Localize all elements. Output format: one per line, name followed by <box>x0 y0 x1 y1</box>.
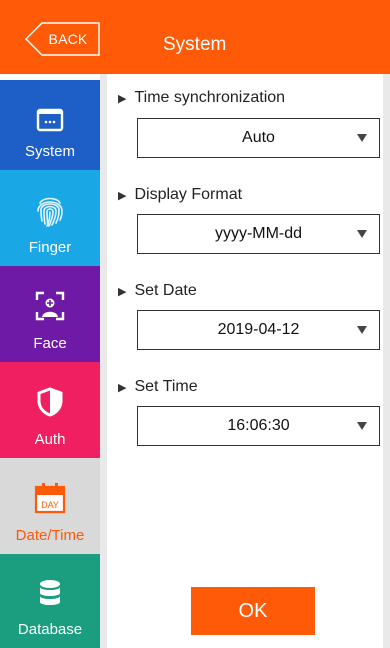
calendar-day-icon: DAY <box>34 480 66 516</box>
dropdown-caret-icon <box>357 230 367 238</box>
calendar-badge-text: DAY <box>41 500 59 510</box>
sidebar-item-label: System <box>24 143 75 160</box>
shield-icon <box>34 384 66 420</box>
sidebar-item-datetime[interactable]: DAY Date/Time <box>0 458 100 554</box>
window-icon <box>34 102 66 138</box>
time-sync-label: ▶ Time synchronization <box>118 89 285 107</box>
display-format-label-text: Display Format <box>134 186 243 203</box>
content-panel-inner <box>107 74 383 648</box>
set-date-value: 2019-04-12 <box>217 321 300 338</box>
header-bar: BACK System <box>0 0 390 74</box>
sidebar-item-label: Finger <box>28 239 72 256</box>
time-sync-label-text: Time synchronization <box>134 89 286 106</box>
sidebar-item-auth[interactable]: Auth <box>0 362 100 458</box>
sidebar-top-gap <box>0 74 100 80</box>
dropdown-caret-icon <box>357 326 367 334</box>
sidebar-item-label: Auth <box>34 431 66 448</box>
sidebar-item-label: Face <box>33 335 67 352</box>
back-button[interactable]: BACK <box>25 22 100 56</box>
sidebar-item-face[interactable]: Face <box>0 266 100 362</box>
time-sync-value: Auto <box>242 129 275 146</box>
set-time-select[interactable]: 16:06:30 <box>137 406 380 446</box>
sidebar: System Finger Face Auth DAY Date/Time Da… <box>0 74 100 648</box>
sidebar-item-database[interactable]: Database <box>0 554 100 648</box>
set-time-label: ▶ Set Time <box>118 378 198 396</box>
set-time-label-text: Set Time <box>134 378 198 395</box>
dropdown-caret-icon <box>357 134 367 142</box>
set-time-value: 16:06:30 <box>227 417 290 434</box>
back-button-label: BACK <box>48 31 88 47</box>
display-format-value: yyyy-MM-dd <box>214 225 303 242</box>
triangle-bullet-icon: ▶ <box>118 189 127 202</box>
sidebar-item-finger[interactable]: Finger <box>0 170 100 266</box>
fingerprint-icon <box>34 192 66 228</box>
set-date-label-text: Set Date <box>134 282 197 299</box>
face-scan-icon <box>34 288 66 324</box>
triangle-bullet-icon: ▶ <box>118 381 127 394</box>
dropdown-caret-icon <box>357 422 367 430</box>
content-panel <box>100 74 390 648</box>
display-format-label: ▶ Display Format <box>118 186 242 204</box>
sidebar-item-label: Database <box>17 621 83 638</box>
database-icon <box>34 576 66 612</box>
triangle-bullet-icon: ▶ <box>118 285 127 298</box>
triangle-bullet-icon: ▶ <box>118 92 127 105</box>
set-date-label: ▶ Set Date <box>118 282 197 300</box>
time-sync-select[interactable]: Auto <box>137 118 380 158</box>
sidebar-item-label: Date/Time <box>15 527 85 544</box>
ok-button[interactable]: OK <box>191 587 315 635</box>
sidebar-item-system[interactable]: System <box>0 80 100 170</box>
set-date-select[interactable]: 2019-04-12 <box>137 310 380 350</box>
page-title: System <box>163 34 227 55</box>
display-format-select[interactable]: yyyy-MM-dd <box>137 214 380 254</box>
